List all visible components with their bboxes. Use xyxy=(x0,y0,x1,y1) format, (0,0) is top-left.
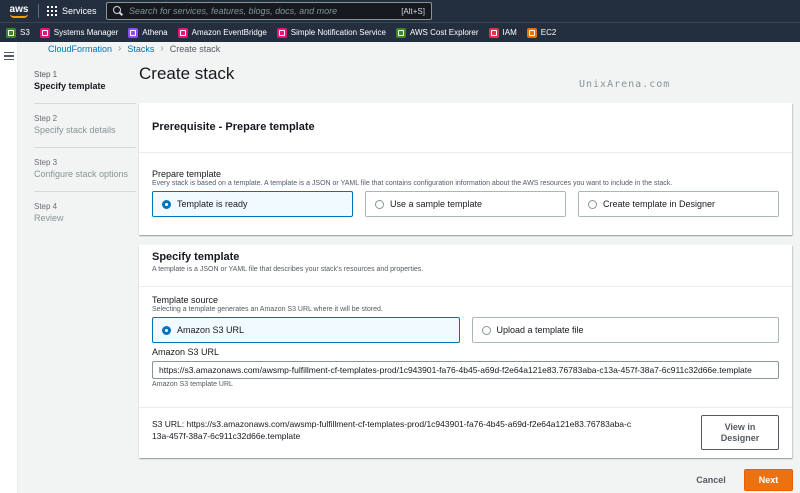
services-menu-button[interactable]: Services xyxy=(39,0,105,22)
aws-smile-icon xyxy=(10,14,28,18)
breadcrumb-cloudformation[interactable]: CloudFormation xyxy=(48,44,112,54)
radio-unselected-icon xyxy=(588,199,597,209)
template-source-options: Amazon S3 URL Upload a template file xyxy=(152,317,779,343)
favorite-systems-manager[interactable]: Systems Manager xyxy=(39,27,119,38)
step-number: Step 2 xyxy=(34,114,58,123)
view-in-designer-button[interactable]: View in Designer xyxy=(701,415,779,450)
prepare-template-label: Prepare template xyxy=(152,169,222,179)
step-name: Configure stack options xyxy=(34,169,129,179)
step-name: Specify stack details xyxy=(34,125,116,135)
s3-url-line2: 13a-457f-38a7-6c911c32d66e.template xyxy=(152,431,301,441)
prepare-template-options: Template is ready Use a sample template … xyxy=(152,191,779,217)
prerequisite-heading: Prerequisite - Prepare template xyxy=(139,103,792,153)
search-icon xyxy=(113,6,123,16)
breadcrumb: CloudFormation › Stacks › Create stack xyxy=(48,43,220,54)
option-label: Upload a template file xyxy=(496,325,584,335)
search-shortcut: [Alt+S] xyxy=(401,6,425,16)
step-3: Step 3 Configure stack options xyxy=(34,158,136,192)
specify-template-header: Specify template A template is a JSON or… xyxy=(139,245,792,287)
option-label: Create template in Designer xyxy=(603,199,716,209)
view-button-line1: View in xyxy=(724,421,756,432)
specify-template-heading: Specify template xyxy=(152,251,240,263)
step-1[interactable]: Step 1 Specify template xyxy=(34,70,136,104)
athena-icon xyxy=(128,27,139,38)
prerequisite-panel: Prerequisite - Prepare template Prepare … xyxy=(139,103,792,235)
page-title: Create stack xyxy=(139,64,235,83)
watermark: UnixArena.com xyxy=(579,79,671,90)
favorite-iam[interactable]: IAM xyxy=(488,27,517,38)
step-number: Step 4 xyxy=(34,202,58,211)
wizard-steps: Step 1 Specify template Step 2 Specify s… xyxy=(34,70,136,245)
favorite-label: Simple Notification Service xyxy=(290,28,386,37)
favorite-cost-explorer[interactable]: AWS Cost Explorer xyxy=(395,27,479,38)
favorite-label: Amazon EventBridge xyxy=(191,28,267,37)
prepare-template-hint: Every stack is based on a template. A te… xyxy=(152,180,673,187)
specify-template-description: A template is a JSON or YAML file that d… xyxy=(152,266,424,273)
breadcrumb-stacks[interactable]: Stacks xyxy=(127,44,154,54)
s3-url-footer: S3 URL: https://s3.amazonaws.com/awsmp-f… xyxy=(139,407,792,458)
favorite-eventbridge[interactable]: Amazon EventBridge xyxy=(177,27,267,38)
s3-url-input[interactable]: https://s3.amazonaws.com/awsmp-fulfillme… xyxy=(152,361,779,379)
hamburger-menu-icon[interactable] xyxy=(4,52,14,60)
step-2: Step 2 Specify stack details xyxy=(34,114,136,148)
sns-icon xyxy=(276,27,287,38)
radio-unselected-icon xyxy=(481,325,491,335)
option-use-sample-template[interactable]: Use a sample template xyxy=(365,191,566,217)
option-upload-template-file[interactable]: Upload a template file xyxy=(471,317,779,343)
ec2-icon xyxy=(526,27,537,38)
favorites-bar: S3 Systems Manager Athena Amazon EventBr… xyxy=(0,22,800,42)
breadcrumb-current: Create stack xyxy=(169,43,221,54)
chevron-right-icon: › xyxy=(160,43,164,54)
grid-icon xyxy=(47,6,57,16)
side-navigation-toggle-strip xyxy=(0,42,18,493)
favorite-label: Systems Manager xyxy=(53,28,119,37)
favorite-label: IAM xyxy=(502,28,517,37)
radio-selected-icon xyxy=(162,199,171,209)
iam-icon xyxy=(488,27,499,38)
option-template-is-ready[interactable]: Template is ready xyxy=(152,191,353,217)
cost-explorer-icon xyxy=(395,27,406,38)
services-label: Services xyxy=(62,6,97,16)
favorite-label: Athena xyxy=(142,28,168,37)
radio-unselected-icon xyxy=(375,199,384,209)
step-4: Step 4 Review xyxy=(34,202,136,235)
favorite-ec2[interactable]: EC2 xyxy=(526,27,557,38)
template-source-hint: Selecting a template generates an Amazon… xyxy=(152,306,383,313)
step-number: Step 3 xyxy=(34,158,58,167)
favorite-label: AWS Cost Explorer xyxy=(409,28,479,37)
eventbridge-icon xyxy=(177,27,188,38)
s3-url-text: S3 URL: https://s3.amazonaws.com/awsmp-f… xyxy=(152,418,692,442)
step-name: Specify template xyxy=(34,81,106,91)
systems-manager-icon xyxy=(39,27,50,38)
favorite-athena[interactable]: Athena xyxy=(128,27,168,38)
search-placeholder: Search for services, features, blogs, do… xyxy=(129,6,338,16)
chevron-right-icon: › xyxy=(118,43,122,54)
template-source-label: Template source xyxy=(152,295,219,305)
option-amazon-s3-url[interactable]: Amazon S3 URL xyxy=(152,317,460,343)
search-input[interactable]: Search for services, features, blogs, do… xyxy=(106,2,432,20)
s3-icon xyxy=(6,27,16,38)
radio-selected-icon xyxy=(162,325,171,335)
favorite-label: S3 xyxy=(20,28,30,37)
option-label: Template is ready xyxy=(177,199,248,209)
specify-template-panel: Specify template A template is a JSON or… xyxy=(139,245,792,458)
option-create-in-designer[interactable]: Create template in Designer xyxy=(578,191,779,217)
top-navigation-bar: aws Services Search for services, featur… xyxy=(0,0,800,22)
aws-logo[interactable]: aws xyxy=(0,0,38,22)
step-name: Review xyxy=(34,213,64,223)
favorite-s3[interactable]: S3 xyxy=(6,27,30,38)
step-number: Step 1 xyxy=(34,70,58,79)
s3-url-hint: Amazon S3 template URL xyxy=(152,381,233,388)
option-label: Use a sample template xyxy=(390,199,483,209)
option-label: Amazon S3 URL xyxy=(177,325,245,335)
favorite-sns[interactable]: Simple Notification Service xyxy=(276,27,386,38)
view-button-line2: Designer xyxy=(720,432,760,443)
s3-url-line1: S3 URL: https://s3.amazonaws.com/awsmp-f… xyxy=(152,419,632,429)
cancel-button[interactable]: Cancel xyxy=(685,471,737,489)
s3-url-label: Amazon S3 URL xyxy=(152,347,220,357)
next-button[interactable]: Next xyxy=(744,469,793,491)
favorite-label: EC2 xyxy=(540,28,557,37)
